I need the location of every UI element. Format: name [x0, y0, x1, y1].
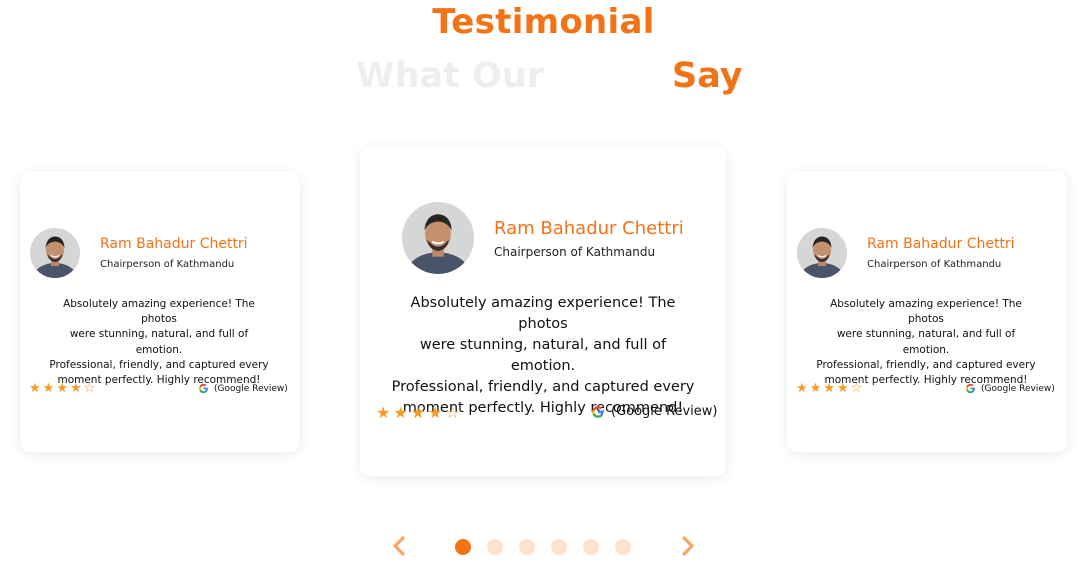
reviewer-role: Chairperson of Kathmandu: [100, 259, 235, 270]
star-rating: ★ ★ ★ ★ ☆: [376, 403, 460, 422]
review-source: (Google Review): [611, 404, 718, 419]
quote-line: were stunning, natural, and full of emot…: [836, 328, 1016, 356]
testimonial-quote: Absolutely amazing experience! The photo…: [813, 297, 1039, 388]
reviewer-name: Ram Bahadur Chettri: [494, 218, 684, 239]
star-filled-icon: ★: [410, 403, 426, 422]
star-filled-icon: ★: [809, 381, 822, 396]
google-icon: [198, 383, 208, 394]
star-filled-icon: ★: [428, 403, 443, 422]
star-filled-icon: ★: [69, 381, 82, 396]
quote-line: Absolutely amazing experience! The photo…: [830, 298, 1022, 326]
star-filled-icon: ★: [393, 403, 408, 422]
google-icon: [965, 383, 975, 394]
headline-accent-text: Say: [672, 56, 743, 96]
google-review-link[interactable]: (Google Review): [965, 383, 1055, 394]
headline-faded-text: What Our: [356, 56, 544, 96]
reviewer-role: Chairperson of Kathmandu: [494, 245, 656, 259]
star-filled-icon: ★: [836, 381, 849, 396]
chevron-left-icon: [393, 536, 405, 556]
pagination-dot[interactable]: [551, 539, 567, 555]
star-filled-icon: ★: [56, 381, 68, 396]
reviewer-name: Ram Bahadur Chettri: [867, 236, 1015, 252]
reviewer-role: Chairperson of Kathmandu: [867, 259, 1002, 270]
next-button[interactable]: [676, 535, 698, 557]
section-title: Testimonial: [432, 2, 655, 42]
pagination-dot[interactable]: [455, 539, 471, 555]
avatar: [30, 228, 80, 278]
testimonial-quote: Absolutely amazing experience! The photo…: [386, 293, 700, 419]
pagination-dot[interactable]: [615, 539, 631, 555]
review-source: (Google Review): [214, 383, 288, 394]
star-rating: ★ ★ ★ ★ ☆: [796, 381, 862, 396]
star-empty-icon: ☆: [850, 381, 863, 396]
star-filled-icon: ★: [42, 381, 55, 396]
quote-line: Professional, friendly, and captured eve…: [816, 358, 1036, 371]
pagination-dot[interactable]: [583, 539, 599, 555]
star-filled-icon: ★: [29, 381, 41, 396]
previous-button[interactable]: [389, 535, 411, 557]
testimonial-card-right[interactable]: Ram Bahadur Chettri Chairperson of Kathm…: [787, 172, 1067, 452]
testimonial-card-left[interactable]: Ram Bahadur Chettri Chairperson of Kathm…: [20, 172, 300, 452]
star-empty-icon: ☆: [445, 403, 460, 422]
person-avatar-icon: [797, 228, 847, 278]
star-filled-icon: ★: [823, 381, 835, 396]
quote-line: Professional, friendly, and captured eve…: [49, 358, 269, 371]
quote-line: Absolutely amazing experience! The photo…: [410, 295, 676, 332]
section-headline: What Our Say: [0, 56, 1087, 102]
star-filled-icon: ★: [376, 403, 391, 422]
reviewer-name: Ram Bahadur Chettri: [100, 236, 248, 252]
person-avatar-icon: [402, 202, 474, 274]
google-icon: [592, 405, 604, 418]
person-avatar-icon: [30, 228, 80, 278]
review-source: (Google Review): [981, 383, 1055, 394]
quote-line: were stunning, natural, and full of emot…: [69, 328, 249, 356]
pagination-dot[interactable]: [519, 539, 535, 555]
testimonial-card-active[interactable]: Ram Bahadur Chettri Chairperson of Kathm…: [360, 147, 726, 476]
pagination-dot[interactable]: [487, 539, 503, 555]
chevron-right-icon: [682, 536, 694, 556]
quote-line: Absolutely amazing experience! The photo…: [63, 298, 255, 326]
avatar: [402, 202, 474, 274]
star-rating: ★ ★ ★ ★ ☆: [29, 381, 95, 396]
testimonial-quote: Absolutely amazing experience! The photo…: [46, 297, 272, 388]
quote-line: were stunning, natural, and full of emot…: [419, 337, 667, 374]
google-review-link[interactable]: (Google Review): [198, 383, 288, 394]
avatar: [797, 228, 847, 278]
star-filled-icon: ★: [796, 381, 808, 396]
quote-line: Professional, friendly, and captured eve…: [391, 379, 695, 395]
star-empty-icon: ☆: [83, 381, 96, 396]
google-review-link[interactable]: (Google Review): [591, 404, 718, 419]
